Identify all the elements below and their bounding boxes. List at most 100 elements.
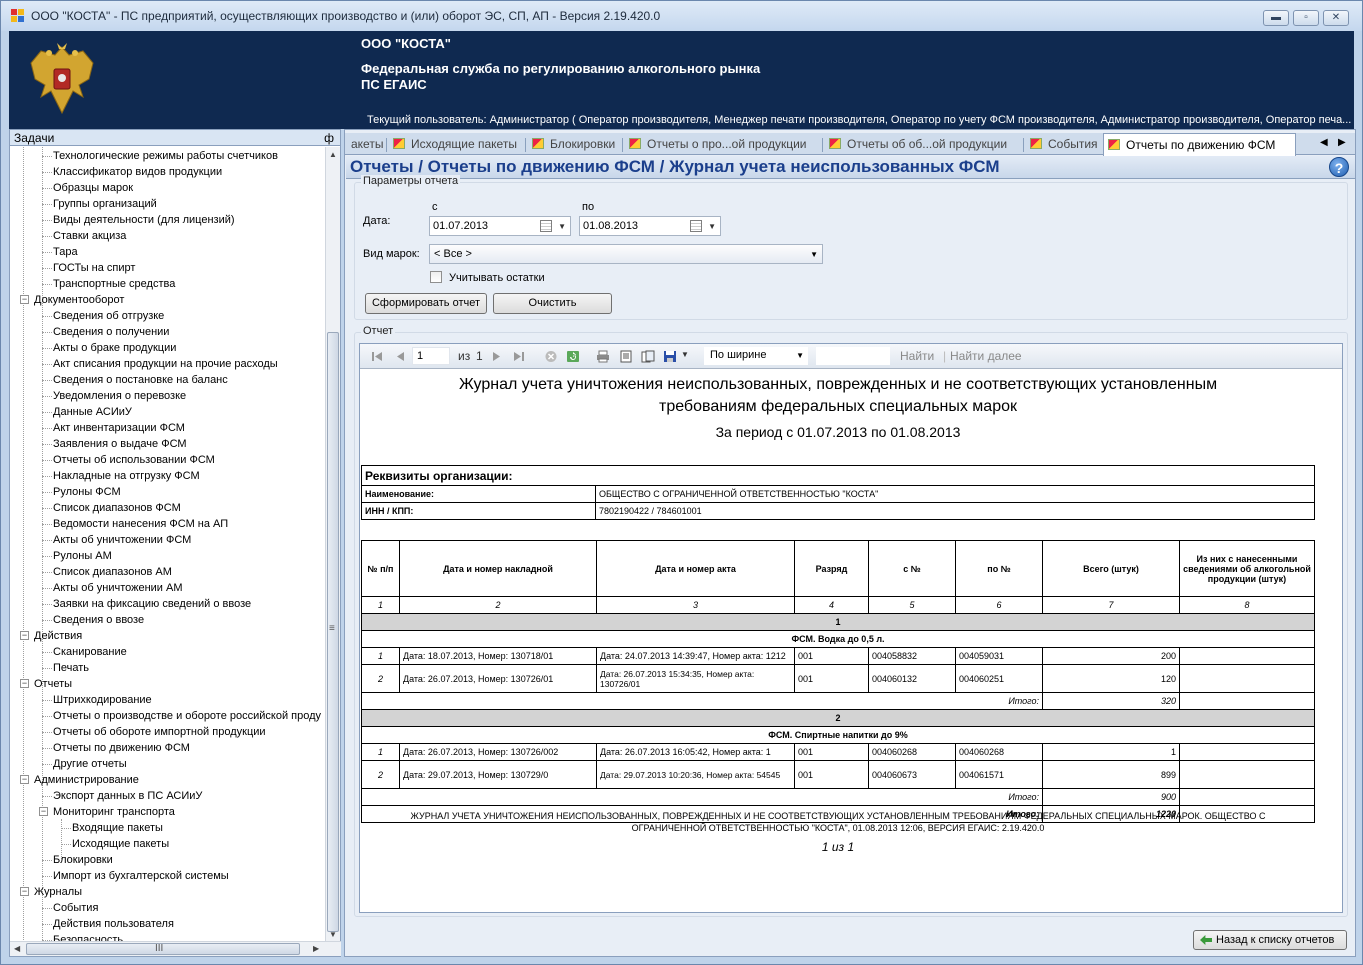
- chevron-down-icon[interactable]: ▼: [796, 347, 804, 364]
- maximize-button[interactable]: ▫: [1293, 10, 1319, 26]
- tree-item[interactable]: Список диапазонов ФСМ: [53, 500, 181, 516]
- tree-item[interactable]: Заявки на фиксацию сведений о ввозе: [53, 596, 251, 612]
- tree-item[interactable]: Входящие пакеты: [72, 820, 163, 836]
- page-number-input[interactable]: 1: [412, 347, 450, 365]
- tree-item[interactable]: Список диапазонов АМ: [53, 564, 172, 580]
- tree-item[interactable]: Другие отчеты: [53, 756, 127, 772]
- export-dropdown-icon[interactable]: ▼: [681, 350, 689, 359]
- tree-item[interactable]: Заявления о выдаче ФСМ: [53, 436, 187, 452]
- zoom-select[interactable]: По ширине ▼: [704, 347, 808, 365]
- tree-item[interactable]: Отчеты: [34, 676, 72, 692]
- page-setup-icon[interactable]: [641, 350, 655, 363]
- tab-events[interactable]: События: [1026, 135, 1098, 155]
- tab-next-icon[interactable]: ▶: [1338, 137, 1346, 148]
- tree-item[interactable]: Тара: [53, 244, 78, 260]
- tree-vertical-scrollbar[interactable]: ▲ ≡ ▼: [325, 147, 340, 942]
- tree-item[interactable]: Ставки акциза: [53, 228, 126, 244]
- tab-outgoing-packets[interactable]: Исходящие пакеты: [389, 135, 517, 155]
- tree-item[interactable]: Мониторинг транспорта: [53, 804, 175, 820]
- help-icon[interactable]: ?: [1329, 157, 1349, 177]
- tree-item[interactable]: Сканирование: [53, 644, 127, 660]
- tree-item[interactable]: Акты об уничтожении АМ: [53, 580, 183, 596]
- tree-item[interactable]: Штрихкодирование: [53, 692, 152, 708]
- chevron-down-icon[interactable]: ▼: [810, 246, 818, 264]
- tree-collapse-toggle-icon[interactable]: −: [20, 887, 29, 896]
- find-input[interactable]: [816, 347, 890, 365]
- stop-icon[interactable]: [544, 350, 558, 363]
- tree-item[interactable]: Отчеты об обороте импортной продукции: [53, 724, 266, 740]
- find-button[interactable]: Найти: [900, 349, 934, 363]
- date-from-picker[interactable]: 01.07.2013 ▼: [429, 216, 571, 236]
- calendar-icon[interactable]: [690, 220, 702, 232]
- tree-item[interactable]: Акт инвентаризации ФСМ: [53, 420, 185, 436]
- chevron-down-icon[interactable]: ▼: [558, 218, 566, 236]
- tree-horizontal-scrollbar[interactable]: ◀ III ▶: [10, 941, 341, 956]
- tree-item[interactable]: Накладные на отгрузку ФСМ: [53, 468, 200, 484]
- clear-button[interactable]: Очистить: [493, 293, 612, 314]
- tree-item[interactable]: Отчеты об использовании ФСМ: [53, 452, 215, 468]
- tree-item[interactable]: Блокировки: [53, 852, 113, 868]
- tree-item[interactable]: Действия: [34, 628, 82, 644]
- tree-item[interactable]: Образцы марок: [53, 180, 133, 196]
- tree-item[interactable]: Документооборот: [34, 292, 124, 308]
- tree-collapse-toggle-icon[interactable]: −: [20, 295, 29, 304]
- tree-item[interactable]: Рулоны АМ: [53, 548, 112, 564]
- tab-incoming-packets-truncated[interactable]: акеты: [347, 135, 385, 155]
- print-layout-icon[interactable]: [619, 350, 633, 363]
- tab-import-turnover-reports[interactable]: Отчеты об об...ой продукции: [825, 135, 1007, 155]
- tab-prev-icon[interactable]: ◀: [1320, 137, 1328, 148]
- pin-icon[interactable]: ф: [324, 130, 334, 146]
- scroll-down-arrow-icon[interactable]: ▼: [329, 930, 337, 939]
- tree-item[interactable]: Уведомления о перевозке: [53, 388, 186, 404]
- generate-report-button[interactable]: Сформировать отчет: [365, 293, 487, 314]
- next-page-icon[interactable]: [490, 350, 504, 363]
- tab-russian-production-reports[interactable]: Отчеты о про...ой продукции: [625, 135, 807, 155]
- tree-collapse-toggle-icon[interactable]: −: [20, 775, 29, 784]
- first-page-icon[interactable]: [370, 350, 384, 363]
- calendar-icon[interactable]: [540, 220, 552, 232]
- previous-page-icon[interactable]: [393, 350, 407, 363]
- tree-item[interactable]: Технологические режимы работы счетчиков: [53, 148, 278, 164]
- tree-item[interactable]: Рулоны ФСМ: [53, 484, 121, 500]
- back-to-reports-button[interactable]: Назад к списку отчетов: [1193, 930, 1347, 950]
- tree-item[interactable]: События: [53, 900, 98, 916]
- mark-type-select[interactable]: < Все > ▼: [429, 244, 823, 264]
- print-icon[interactable]: [596, 350, 610, 363]
- tree-item[interactable]: Акт списания продукции на прочие расходы: [53, 356, 278, 372]
- tree-item[interactable]: Печать: [53, 660, 89, 676]
- tree-item[interactable]: Сведения о получении: [53, 324, 169, 340]
- tree-item[interactable]: Отчеты о производстве и обороте российск…: [53, 708, 321, 724]
- tree-item[interactable]: Группы организаций: [53, 196, 157, 212]
- tab-fsm-movement-reports[interactable]: Отчеты по движению ФСМ: [1103, 133, 1296, 156]
- tree-item[interactable]: Импорт из бухгалтерской системы: [53, 868, 229, 884]
- tree-item[interactable]: Данные АСИиУ: [53, 404, 132, 420]
- close-button[interactable]: ✕: [1323, 10, 1349, 26]
- scroll-up-arrow-icon[interactable]: ▲: [329, 150, 337, 159]
- tree-item[interactable]: ГОСТы на спирт: [53, 260, 135, 276]
- chevron-down-icon[interactable]: ▼: [708, 218, 716, 236]
- include-balance-checkbox[interactable]: [430, 271, 442, 283]
- tab-blocks[interactable]: Блокировки: [528, 135, 615, 155]
- scroll-left-arrow-icon[interactable]: ◀: [14, 944, 20, 953]
- tree-item[interactable]: Сведения о ввозе: [53, 612, 144, 628]
- tree-item[interactable]: Транспортные средства: [53, 276, 175, 292]
- tree-item[interactable]: Виды деятельности (для лицензий): [53, 212, 235, 228]
- refresh-icon[interactable]: [566, 350, 580, 363]
- last-page-icon[interactable]: [512, 350, 526, 363]
- scroll-right-arrow-icon[interactable]: ▶: [313, 944, 319, 953]
- tree-item[interactable]: Классификатор видов продукции: [53, 164, 222, 180]
- find-next-button[interactable]: Найти далее: [950, 349, 1022, 363]
- tree-item[interactable]: Сведения о постановке на баланс: [53, 372, 228, 388]
- vertical-scroll-thumb[interactable]: ≡: [327, 332, 339, 932]
- tree-item[interactable]: Ведомости нанесения ФСМ на АП: [53, 516, 228, 532]
- export-save-icon[interactable]: [663, 350, 677, 363]
- tree-item[interactable]: Экспорт данных в ПС АСИиУ: [53, 788, 202, 804]
- tree-item[interactable]: Действия пользователя: [53, 916, 174, 932]
- tree-item[interactable]: Отчеты по движению ФСМ: [53, 740, 190, 756]
- tree-item[interactable]: Администрирование: [34, 772, 139, 788]
- tree-item[interactable]: Акты об уничтожении ФСМ: [53, 532, 191, 548]
- tree-item[interactable]: Исходящие пакеты: [72, 836, 169, 852]
- tree-item[interactable]: Акты о браке продукции: [53, 340, 176, 356]
- tree-collapse-toggle-icon[interactable]: −: [20, 631, 29, 640]
- date-to-picker[interactable]: 01.08.2013 ▼: [579, 216, 721, 236]
